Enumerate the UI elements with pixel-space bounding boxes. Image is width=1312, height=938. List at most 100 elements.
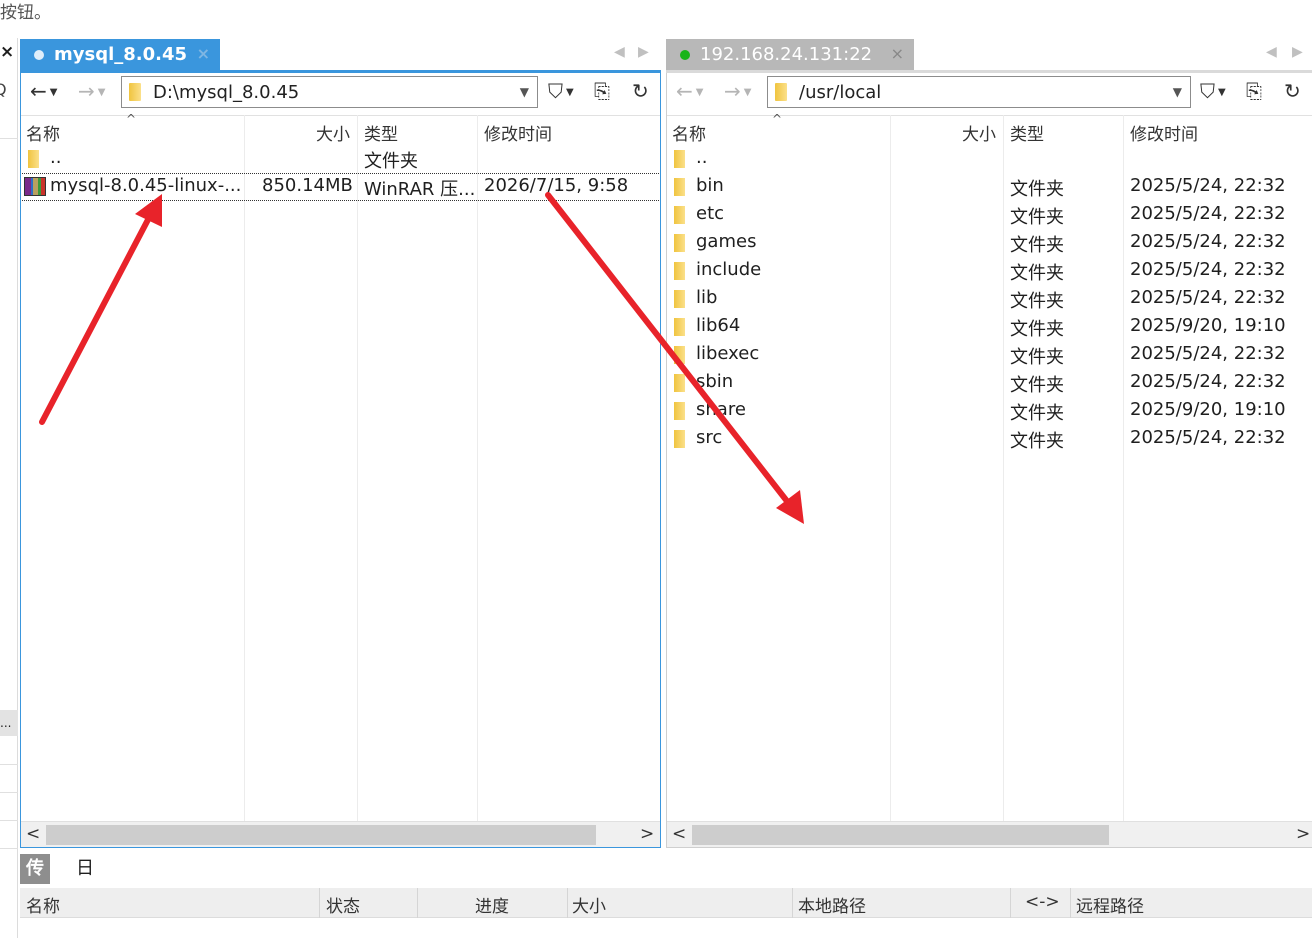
refresh-icon[interactable]: ↻ (1284, 79, 1301, 103)
chevron-down-icon[interactable]: ▼ (520, 85, 529, 99)
file-name: lib64 (696, 315, 741, 336)
divider (0, 138, 18, 139)
tab-bar: 192.168.24.131:22 × ◀ ▶ (666, 38, 1312, 70)
chevron-left-icon[interactable]: < (672, 824, 686, 844)
remote-file-panel: 192.168.24.131:22 × ◀ ▶ ← ▼ → ▼ /usr/local… (666, 38, 1312, 848)
column-name[interactable]: 名称 (672, 120, 706, 145)
file-modified: 2025/5/24, 22:32 (1130, 175, 1286, 196)
path-field[interactable]: D:\mysql_8.0.45 ▼ (121, 76, 538, 108)
file-row-games[interactable]: games 文件夹 2025/5/24, 22:32 (666, 229, 1312, 257)
file-row-parent[interactable]: .. (666, 145, 1312, 173)
tab-scroll-right-icon[interactable]: ▶ (638, 44, 649, 60)
file-row-etc[interactable]: etc 文件夹 2025/5/24, 22:32 (666, 201, 1312, 229)
file-row-src[interactable]: src 文件夹 2025/5/24, 22:32 (666, 425, 1312, 453)
file-modified: 2025/5/24, 22:32 (1130, 371, 1286, 392)
file-modified: 2026/7/15, 9:58 (484, 175, 629, 196)
folder-icon (674, 318, 685, 336)
column-type[interactable]: 类型 (364, 120, 398, 145)
tab-title: mysql_8.0.45 (54, 44, 188, 65)
folder-icon (674, 290, 685, 308)
file-type: 文件夹 (1010, 291, 1064, 312)
horizontal-scrollbar[interactable]: < > (20, 821, 661, 847)
column-modified[interactable]: 修改时间 (484, 120, 552, 145)
upload-folder-icon[interactable]: ⎘ (1246, 79, 1262, 103)
column-separator (1070, 888, 1071, 918)
file-type: 文件夹 (1010, 235, 1064, 256)
file-name: sbin (696, 371, 734, 392)
toolbar: ← ▼ → ▼ /usr/local ▼ ⛉ ▼ ⎘ ↻ (666, 73, 1312, 113)
search-icon[interactable]: Q (0, 80, 7, 99)
horizontal-scrollbar[interactable]: < > (666, 821, 1312, 847)
chevron-right-icon[interactable]: > (1296, 824, 1310, 844)
upload-folder-icon[interactable]: ⎘ (594, 79, 610, 103)
file-row-lib[interactable]: lib 文件夹 2025/5/24, 22:32 (666, 285, 1312, 313)
path-field[interactable]: /usr/local ▼ (767, 76, 1191, 108)
column-direction[interactable]: <-> (1025, 892, 1060, 912)
scrollbar-thumb[interactable] (46, 825, 596, 845)
column-size[interactable]: 大小 (316, 120, 350, 145)
local-file-panel: mysql_8.0.45 × ◀ ▶ ← ▼ → ▼ D:\mysql_8.0.45… (20, 38, 661, 848)
file-name: games (696, 231, 757, 252)
column-modified[interactable]: 修改时间 (1130, 120, 1198, 145)
file-type: 文件夹 (1010, 375, 1064, 396)
close-icon[interactable]: × (0, 42, 14, 62)
sort-up-icon: ^ (772, 112, 783, 126)
file-row-bin[interactable]: bin 文件夹 2025/5/24, 22:32 (666, 173, 1312, 201)
file-row-sbin[interactable]: sbin 文件夹 2025/5/24, 22:32 (666, 369, 1312, 397)
refresh-icon[interactable]: ↻ (632, 79, 649, 103)
sort-up-icon: ^ (126, 112, 137, 126)
column-size[interactable]: 大小 (572, 892, 606, 917)
file-row-lib64[interactable]: lib64 文件夹 2025/9/20, 19:10 (666, 313, 1312, 341)
column-status[interactable]: 状态 (326, 892, 360, 917)
tab-remote[interactable]: 192.168.24.131:22 × (666, 39, 914, 70)
file-row-share[interactable]: share 文件夹 2025/9/20, 19:10 (666, 397, 1312, 425)
folder-icon (674, 206, 685, 224)
caption-text: 按钮。 (0, 3, 51, 23)
bookmark-button[interactable]: ⛉ ▼ (1200, 79, 1226, 105)
column-name[interactable]: 名称 (26, 892, 60, 917)
file-name: .. (50, 147, 62, 168)
column-name[interactable]: 名称 (26, 120, 60, 145)
column-separator (417, 888, 418, 918)
more-button[interactable]: ... (0, 710, 18, 736)
file-type: 文件夹 (1010, 347, 1064, 368)
forward-button[interactable]: → ▼ (724, 79, 751, 105)
tab-log[interactable]: 日志 (70, 854, 100, 909)
close-icon[interactable]: × (197, 44, 210, 63)
scrollbar-thumb[interactable] (692, 825, 1109, 845)
tab-bar: mysql_8.0.45 × ◀ ▶ (20, 38, 661, 70)
file-row-mysql-archive[interactable]: mysql-8.0.45-linux-... 850.14MB WinRAR 压… (20, 173, 661, 201)
chevron-left-icon[interactable]: < (26, 824, 40, 844)
file-type: WinRAR 压... (364, 179, 476, 200)
column-remote-path[interactable]: 远程路径 (1076, 892, 1144, 917)
file-list: .. bin 文件夹 2025/5/24, 22:32 etc 文件夹 2025… (666, 145, 1312, 453)
file-row-parent[interactable]: .. 文件夹 (20, 145, 661, 173)
tab-local[interactable]: mysql_8.0.45 × (20, 39, 220, 70)
tab-scroll-left-icon[interactable]: ◀ (1266, 44, 1277, 60)
close-icon[interactable]: × (891, 44, 904, 63)
tab-scroll-left-icon[interactable]: ◀ (614, 44, 625, 60)
file-row-libexec[interactable]: libexec 文件夹 2025/5/24, 22:32 (666, 341, 1312, 369)
back-button[interactable]: ← ▼ (676, 79, 703, 105)
file-modified: 2025/5/24, 22:32 (1130, 203, 1286, 224)
file-name: .. (696, 147, 708, 168)
file-type: 文件夹 (1010, 319, 1064, 340)
column-progress[interactable]: 进度 (475, 892, 509, 917)
column-size[interactable]: 大小 (962, 120, 996, 145)
column-type[interactable]: 类型 (1010, 120, 1044, 145)
back-button[interactable]: ← ▼ (30, 79, 57, 105)
file-row-include[interactable]: include 文件夹 2025/5/24, 22:32 (666, 257, 1312, 285)
divider (0, 820, 18, 821)
folder-icon (674, 262, 685, 280)
column-separator (244, 115, 245, 821)
file-type: 文件夹 (364, 151, 418, 172)
tab-scroll-right-icon[interactable]: ▶ (1292, 44, 1303, 60)
file-modified: 2025/5/24, 22:32 (1130, 231, 1286, 252)
left-side-strip: × Q ... (0, 38, 18, 938)
forward-button[interactable]: → ▼ (78, 79, 105, 105)
chevron-down-icon[interactable]: ▼ (1173, 85, 1182, 99)
chevron-right-icon[interactable]: > (640, 824, 654, 844)
tab-transfer[interactable]: 传输 (20, 854, 50, 909)
bookmark-button[interactable]: ⛉ ▼ (548, 79, 574, 105)
column-local-path[interactable]: 本地路径 (798, 892, 866, 917)
